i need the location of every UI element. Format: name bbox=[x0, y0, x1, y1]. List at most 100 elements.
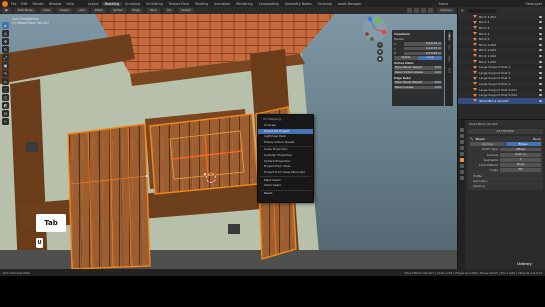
angle-field[interactable]: 30° bbox=[500, 168, 541, 173]
menu-view[interactable]: View bbox=[39, 8, 53, 13]
visibility-eye-icon[interactable] bbox=[539, 99, 542, 102]
orientation-selector[interactable]: Global bbox=[178, 8, 194, 13]
material-tab-icon[interactable] bbox=[459, 176, 464, 180]
menu-file[interactable]: File bbox=[11, 2, 16, 6]
modifier-name[interactable]: Bevel bbox=[476, 137, 485, 141]
particles-tab-icon[interactable] bbox=[459, 164, 464, 168]
menu-select[interactable]: Select bbox=[56, 8, 73, 13]
vertex-crease-field[interactable]: Mean Vertex Crease 0.00 bbox=[394, 70, 442, 75]
visibility-eye-icon[interactable] bbox=[539, 66, 542, 69]
transform-tool-icon[interactable]: ▣ bbox=[2, 62, 9, 69]
solid-shading-icon[interactable] bbox=[421, 8, 427, 13]
workspace-tab[interactable]: Animation bbox=[211, 2, 233, 6]
visibility-eye-icon[interactable] bbox=[539, 54, 542, 57]
navigation-gizmo[interactable] bbox=[360, 14, 390, 44]
width-type-dropdown[interactable]: Offset bbox=[500, 147, 541, 152]
physics-tab-icon[interactable] bbox=[459, 170, 464, 174]
outliner-search-input[interactable] bbox=[466, 8, 497, 13]
sidebar-tab-tool[interactable]: Tool bbox=[448, 43, 451, 52]
workspace-tab[interactable]: Asset Manager bbox=[335, 2, 365, 6]
sidebar-tab-item[interactable]: Item bbox=[447, 32, 451, 42]
menu-mesh[interactable]: Mesh bbox=[91, 8, 106, 13]
visibility-eye-icon[interactable] bbox=[539, 88, 542, 91]
visibility-eye-icon[interactable] bbox=[539, 43, 542, 46]
uv-menu-item[interactable]: Follow Active Quads bbox=[258, 140, 313, 146]
workspace-tab[interactable]: Layout bbox=[85, 2, 102, 6]
visibility-eye-icon[interactable] bbox=[539, 49, 542, 52]
tool-tab-icon[interactable] bbox=[459, 128, 464, 132]
workspace-tab[interactable]: Scripting bbox=[315, 2, 335, 6]
outliner-item[interactable]: Wood Block Ver.007 bbox=[458, 97, 545, 104]
menu-help[interactable]: Help bbox=[66, 2, 73, 6]
visibility-eye-icon[interactable] bbox=[539, 94, 542, 97]
affect-edges-button[interactable]: Edges bbox=[505, 142, 541, 147]
uv-menu-item[interactable]: Reset bbox=[258, 191, 313, 197]
subpanel-shading[interactable]: Shading bbox=[468, 183, 543, 188]
render-tab-icon[interactable] bbox=[459, 134, 464, 138]
select-tool-icon[interactable]: ▸ bbox=[2, 22, 9, 29]
overlay-icon[interactable] bbox=[407, 8, 413, 13]
global-toggle[interactable]: Global bbox=[394, 55, 418, 60]
workspace-tab[interactable]: Sculpting bbox=[122, 2, 143, 6]
local-toggle[interactable]: Local bbox=[418, 55, 442, 60]
edge-bevel-weight-field[interactable]: Mean Bevel Weight 0.00 bbox=[394, 80, 442, 85]
zoom-icon[interactable]: + bbox=[377, 42, 383, 48]
3d-viewport[interactable]: User Perspective (1) Wood Block Ver.007 bbox=[0, 14, 457, 269]
edge-crease-field[interactable]: Mean Crease 0.00 bbox=[394, 85, 442, 90]
loopcut-tool-icon[interactable]: ⊟ bbox=[2, 110, 9, 117]
visibility-eye-icon[interactable] bbox=[539, 15, 542, 18]
material-shading-icon[interactable] bbox=[428, 8, 434, 13]
menu-render[interactable]: Render bbox=[33, 2, 44, 6]
uv-menu-item[interactable]: Clear Seam bbox=[258, 183, 313, 189]
scene-tab-icon[interactable] bbox=[459, 146, 464, 150]
affect-vertices-button[interactable]: Vertices bbox=[470, 142, 505, 147]
options-button[interactable]: Options bbox=[437, 8, 455, 13]
menu-add[interactable]: Add bbox=[76, 8, 88, 13]
menu-edge[interactable]: Edge bbox=[129, 8, 144, 13]
visibility-eye-icon[interactable] bbox=[539, 82, 542, 85]
menu-edit[interactable]: Edit bbox=[21, 2, 27, 6]
editor-type-icon[interactable]: ▣ bbox=[2, 8, 11, 13]
amount-field[interactable]: 0.01 m bbox=[500, 152, 541, 157]
inset-tool-icon[interactable]: ◫ bbox=[2, 94, 9, 101]
visibility-eye-icon[interactable] bbox=[539, 32, 542, 35]
output-tab-icon[interactable] bbox=[459, 140, 464, 144]
menu-face[interactable]: Face bbox=[147, 8, 160, 13]
xray-icon[interactable] bbox=[414, 8, 420, 13]
menu-uv[interactable]: UV bbox=[163, 8, 175, 13]
mode-selector[interactable]: Edit Mode bbox=[14, 8, 36, 13]
visibility-eye-icon[interactable] bbox=[539, 71, 542, 74]
sidebar-tab-edit[interactable]: Edit bbox=[448, 66, 451, 75]
menu-vertex[interactable]: Vertex bbox=[109, 8, 126, 13]
cursor-tool-icon[interactable]: ◎ bbox=[2, 30, 9, 37]
view-layer-selector[interactable]: ViewLayer bbox=[526, 2, 542, 6]
sidebar-tab-view[interactable]: View bbox=[448, 54, 451, 64]
bevel-tool-icon[interactable]: ◩ bbox=[2, 102, 9, 109]
scene-selector[interactable]: Scene bbox=[439, 2, 449, 6]
extrude-tool-icon[interactable]: ⬚ bbox=[2, 86, 9, 93]
annotate-tool-icon[interactable]: ✎ bbox=[2, 70, 9, 77]
workspace-tab[interactable]: Shading bbox=[192, 2, 211, 6]
measure-tool-icon[interactable]: ⊾ bbox=[2, 78, 9, 85]
blender-logo-icon[interactable] bbox=[2, 0, 8, 7]
modifier-tab-icon[interactable] bbox=[459, 158, 464, 162]
visibility-eye-icon[interactable] bbox=[539, 26, 542, 29]
visibility-eye-icon[interactable] bbox=[539, 77, 542, 80]
workspace-tab[interactable]: Modeling bbox=[101, 1, 123, 6]
pan-icon[interactable]: ✥ bbox=[377, 49, 383, 55]
uv-menu-item[interactable]: Project from View (Bounds) bbox=[258, 170, 313, 176]
scale-tool-icon[interactable]: ⤢ bbox=[2, 54, 9, 61]
outliner-filter-icon[interactable]: ☰ bbox=[461, 9, 464, 13]
knife-tool-icon[interactable]: ✂ bbox=[2, 118, 9, 125]
move-tool-icon[interactable]: ✥ bbox=[2, 38, 9, 45]
workspace-tab[interactable]: Texture Paint bbox=[166, 2, 193, 6]
modifier-header[interactable]: 🔧 Bevel Bevel bbox=[468, 136, 543, 141]
workspace-tab[interactable]: Rendering bbox=[233, 2, 255, 6]
visibility-eye-icon[interactable] bbox=[539, 60, 542, 63]
workspace-tab[interactable]: Geometry Nodes bbox=[282, 2, 315, 6]
add-modifier-button[interactable]: Add Modifier bbox=[468, 129, 543, 134]
camera-icon[interactable]: ▪ bbox=[377, 56, 383, 62]
visibility-eye-icon[interactable] bbox=[539, 21, 542, 24]
rotate-tool-icon[interactable]: ↻ bbox=[2, 46, 9, 53]
visibility-eye-icon[interactable] bbox=[539, 38, 542, 41]
